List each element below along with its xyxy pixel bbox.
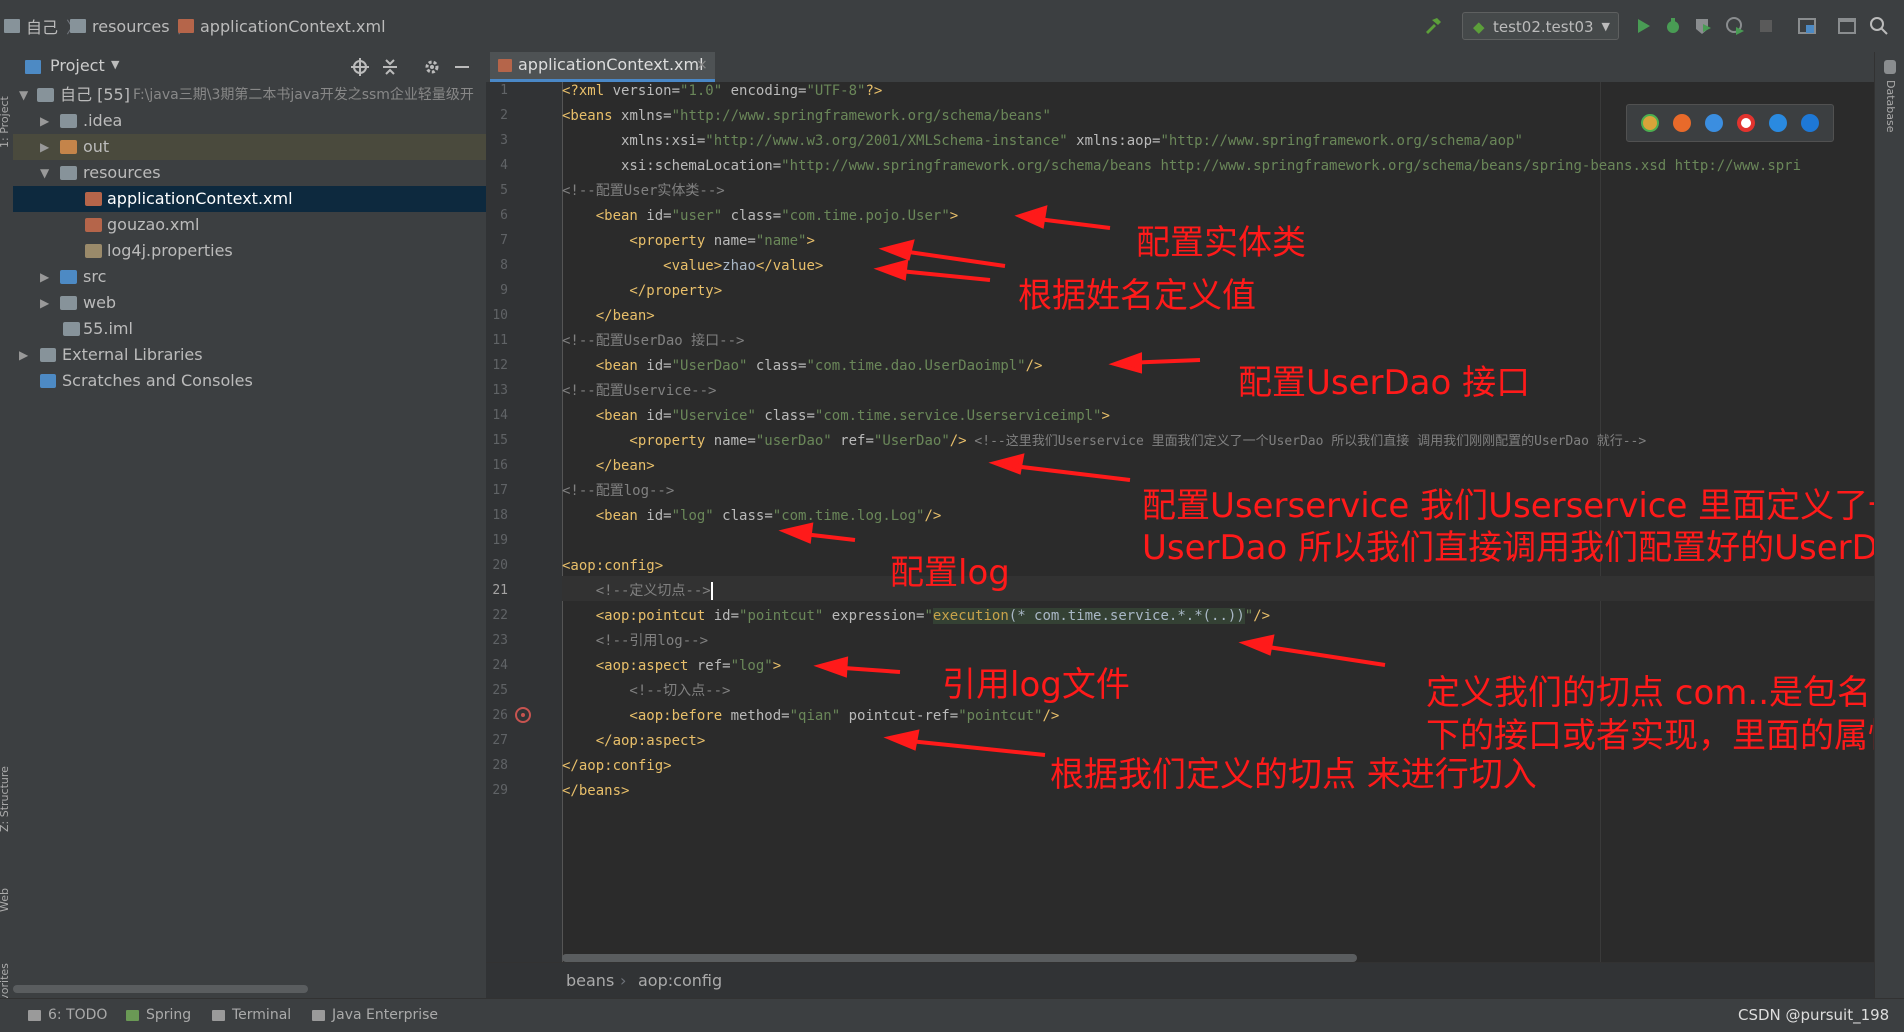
database-icon — [1884, 60, 1896, 74]
breadcrumb-beans[interactable]: beans — [566, 963, 614, 999]
annotation-value: 根据姓名定义值 — [1018, 276, 1256, 316]
terminal-label: Terminal — [232, 1007, 292, 1023]
database-tool-tab[interactable]: Database — [1884, 80, 1897, 133]
list-icon — [28, 1010, 41, 1021]
annotation-userdao: 配置UserDao 接口 — [1238, 363, 1531, 403]
todo-label: 6: TODO — [48, 1007, 108, 1023]
editor-breadcrumb: beans › aop:config — [486, 962, 1874, 999]
breadcrumb-aop-config[interactable]: aop:config — [638, 963, 722, 999]
terminal-tool-button[interactable]: Terminal — [212, 999, 291, 1032]
spring-leaf-icon — [126, 1010, 139, 1021]
java-enterprise-icon — [312, 1010, 325, 1021]
todo-tool-button[interactable]: 6: TODO — [28, 999, 107, 1032]
bottom-tool-bar: 6: TODO Spring Terminal Java Enterprise … — [0, 998, 1904, 1032]
annotation-userservice-2: UserDao 所以我们直接调用我们配置好的UserDao — [1142, 528, 1904, 568]
annotation-log: 配置log — [890, 553, 1010, 593]
chevron-right-icon: › — [620, 971, 627, 990]
watermark: CSDN @pursuit_198 — [1738, 999, 1889, 1032]
annotation-pointcut-1: 定义我们的切点 com..是包名 — [1426, 673, 1872, 713]
annotation-advice: 根据我们定义的切点 来进行切入 — [1050, 755, 1537, 795]
spring-label: Spring — [146, 1007, 192, 1023]
right-tool-strip: Database — [1874, 52, 1904, 998]
spring-tool-button[interactable]: Spring — [126, 999, 191, 1032]
editor-horizontal-scrollbar[interactable] — [562, 954, 1357, 962]
annotation-entity: 配置实体类 — [1136, 223, 1306, 263]
watermark-text: CSDN @pursuit_198 — [1738, 1006, 1890, 1024]
java-enterprise-label: Java Enterprise — [332, 1007, 439, 1023]
terminal-icon — [212, 1010, 225, 1021]
annotation-ref-log: 引用log文件 — [942, 665, 1130, 705]
java-enterprise-tool-button[interactable]: Java Enterprise — [312, 999, 438, 1032]
